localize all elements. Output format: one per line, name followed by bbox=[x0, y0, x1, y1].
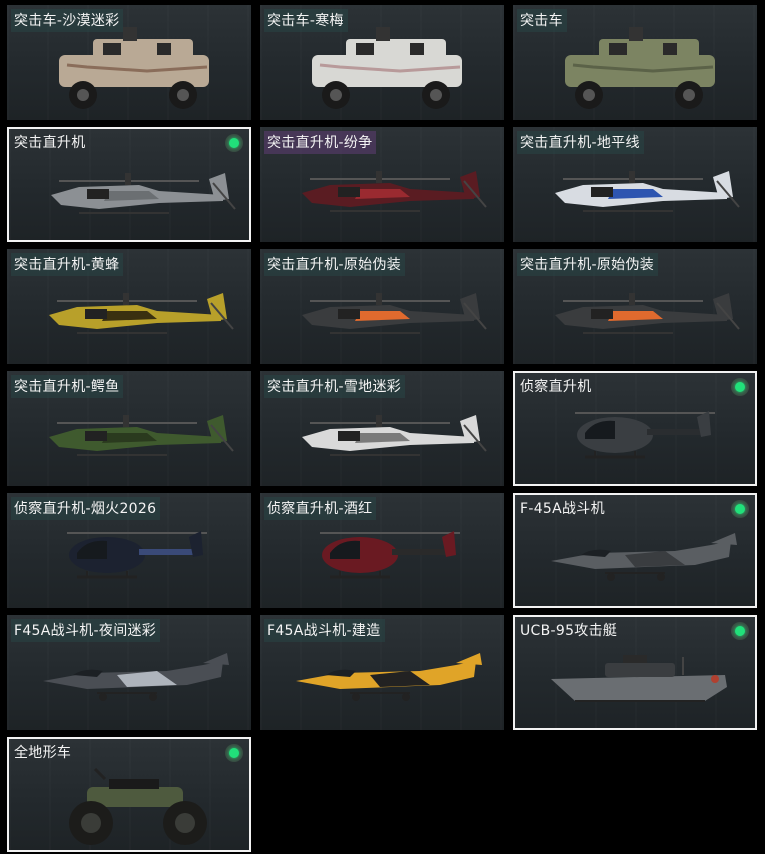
vehicle-name-label: 突击直升机-地平线 bbox=[517, 131, 644, 154]
vehicle-name-label: 突击直升机-黄蜂 bbox=[11, 253, 124, 276]
vehicle-card[interactable]: F-45A战斗机 bbox=[513, 493, 757, 608]
vehicle-name-label: 突击直升机-原始伪装 bbox=[517, 253, 659, 276]
vehicle-card[interactable]: 突击直升机-雪地迷彩 bbox=[260, 371, 504, 486]
vehicle-name-label: F45A战斗机-夜间迷彩 bbox=[11, 619, 161, 642]
vehicle-name-label: 突击直升机-原始伪装 bbox=[264, 253, 406, 276]
vehicle-name-label: F-45A战斗机 bbox=[520, 501, 605, 517]
equipped-status-icon bbox=[731, 378, 749, 396]
vehicle-name-label: 侦察直升机-酒红 bbox=[264, 497, 377, 520]
vehicle-name-label: 突击直升机-鳄鱼 bbox=[11, 375, 124, 398]
vehicle-name-label: 突击直升机-雪地迷彩 bbox=[264, 375, 406, 398]
vehicle-name-label: 全地形车 bbox=[14, 745, 72, 761]
vehicle-card[interactable]: 突击车-沙漠迷彩 bbox=[7, 5, 251, 120]
vehicle-card[interactable]: 突击直升机-鳄鱼 bbox=[7, 371, 251, 486]
vehicle-card[interactable]: 突击直升机-原始伪装 bbox=[513, 249, 757, 364]
vehicle-card[interactable]: 侦察直升机-酒红 bbox=[260, 493, 504, 608]
vehicle-card[interactable]: 突击直升机 bbox=[7, 127, 251, 242]
vehicle-name-label: 突击直升机-纷争 bbox=[264, 131, 377, 154]
vehicle-card[interactable]: 突击车-寒梅 bbox=[260, 5, 504, 120]
vehicle-name-label: 突击车-沙漠迷彩 bbox=[11, 9, 124, 32]
vehicle-card[interactable]: 突击车 bbox=[513, 5, 757, 120]
vehicle-card[interactable]: 突击直升机-地平线 bbox=[513, 127, 757, 242]
vehicle-card[interactable]: UCB-95攻击艇 bbox=[513, 615, 757, 730]
vehicle-name-label: UCB-95攻击艇 bbox=[520, 623, 618, 639]
vehicle-card[interactable]: 侦察直升机 bbox=[513, 371, 757, 486]
vehicle-name-label: 突击车 bbox=[517, 9, 567, 32]
vehicle-card[interactable]: 全地形车 bbox=[7, 737, 251, 852]
vehicle-card[interactable]: 侦察直升机-烟火2026 bbox=[7, 493, 251, 608]
vehicle-name-label: 突击车-寒梅 bbox=[264, 9, 348, 32]
vehicle-card[interactable]: F45A战斗机-夜间迷彩 bbox=[7, 615, 251, 730]
equipped-status-icon bbox=[225, 134, 243, 152]
vehicle-name-label: 突击直升机 bbox=[14, 135, 86, 151]
vehicle-card[interactable]: 突击直升机-黄蜂 bbox=[7, 249, 251, 364]
vehicle-name-label: F45A战斗机-建造 bbox=[264, 619, 385, 642]
vehicle-name-label: 侦察直升机-烟火2026 bbox=[11, 497, 161, 520]
equipped-status-icon bbox=[731, 500, 749, 518]
equipped-status-icon bbox=[225, 744, 243, 762]
vehicle-card[interactable]: 突击直升机-原始伪装 bbox=[260, 249, 504, 364]
vehicle-name-label: 侦察直升机 bbox=[520, 379, 592, 395]
vehicle-card[interactable]: F45A战斗机-建造 bbox=[260, 615, 504, 730]
equipped-status-icon bbox=[731, 622, 749, 640]
vehicle-card[interactable]: 突击直升机-纷争 bbox=[260, 127, 504, 242]
